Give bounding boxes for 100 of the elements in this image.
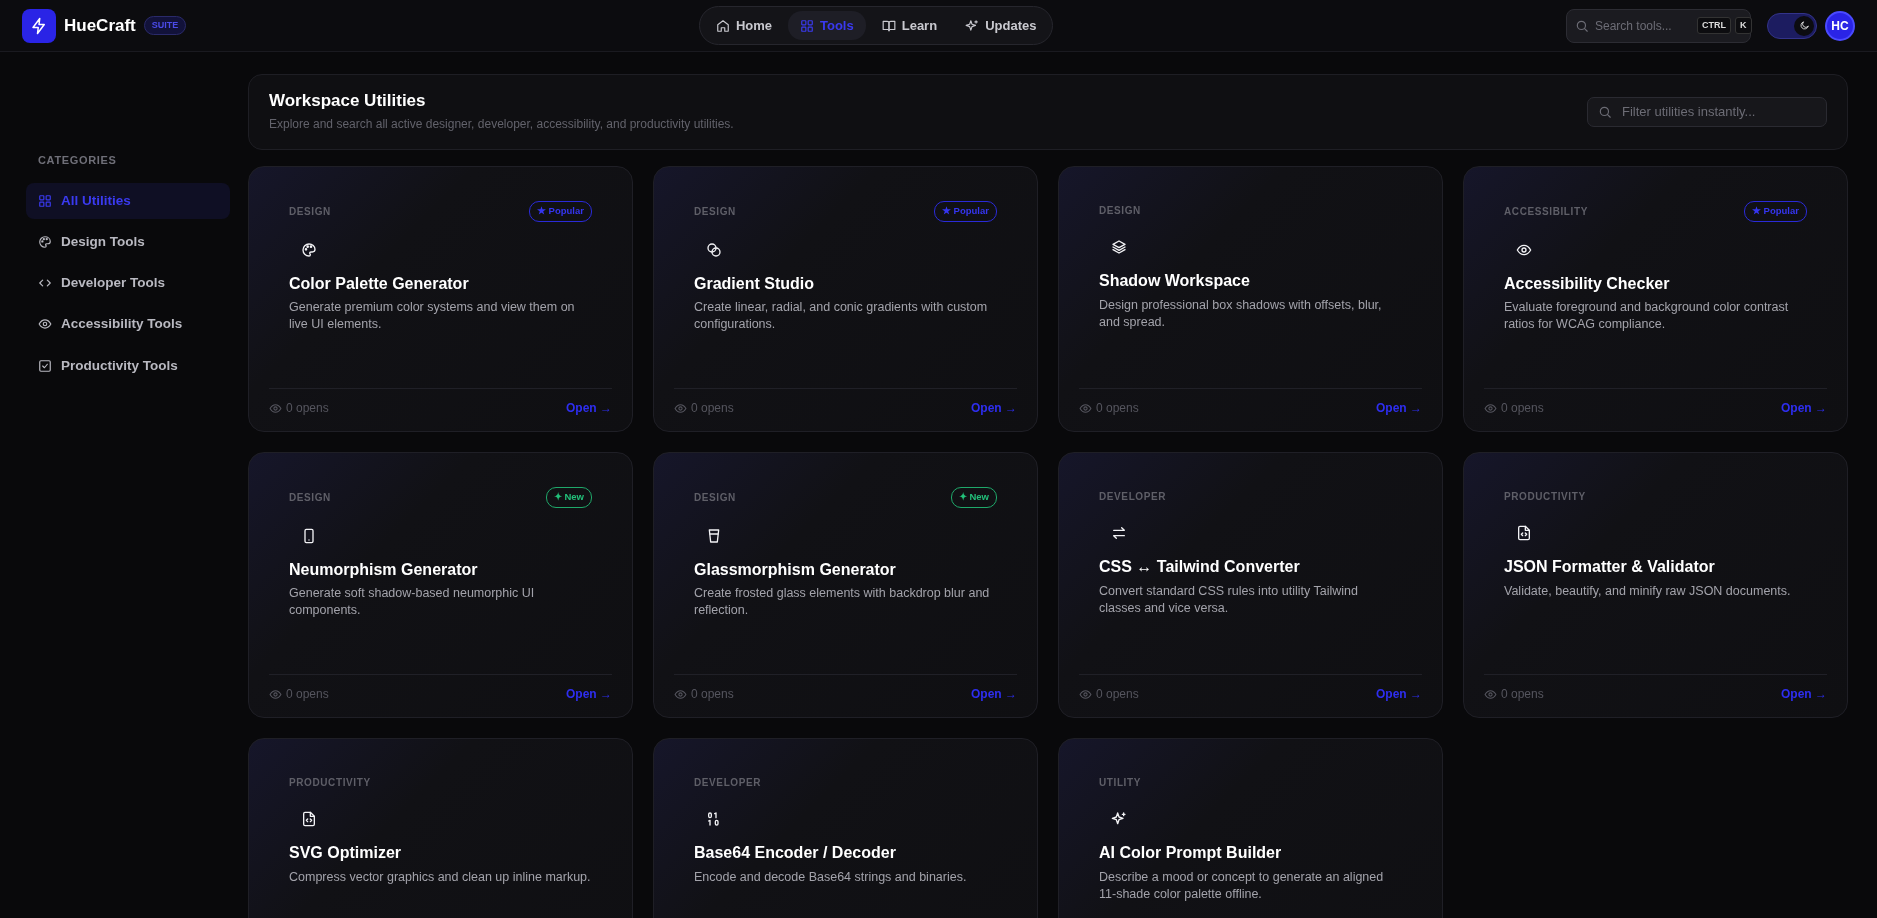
card-title: Color Palette Generator [289,273,470,293]
tool-card[interactable]: UTILITY AI Color Prompt Builder Describe a mood or concept to generate an aligned 11-shade color palette offline. [1058,738,1443,918]
sparkles-icon [965,18,980,33]
tool-card[interactable]: PRODUCTIVITY SVG Optimizer Compress vector graphics and clean up inline markup. [248,738,633,918]
tool-card[interactable]: DEVELOPER Base64 Encoder / Decoder Encode and decode Base64 strings and binaries. [653,738,1038,918]
tool-card[interactable]: ACCESSIBILITY ★ Popular Accessibility Checker Evaluate foreground and background color contrast ratios for WCAG compliance. 0 opens Open → [1463,166,1848,433]
phone-icon [301,527,317,544]
tool-card[interactable]: DESIGN ✦ New Glassmorphism Generator Create frosted glass elements with backdrop blur and reflection. 0 opens Open → [653,452,1038,719]
open-count: 0 opens [1096,400,1139,418]
card-title: SVG Optimizer [289,843,403,863]
nav-tab[interactable]: Learn [869,10,950,41]
card-description: Convert standard CSS rules into utility Tailwind classes and vice versa. [1099,582,1359,618]
card-description: Create linear, radial, and conic gradients with custom configurations. [694,298,989,334]
card-description: Evaluate foreground and background color contrast ratios for WCAG compliance. [1504,298,1790,334]
palette-icon [301,241,317,258]
card-description: Design professional box shadows with offsets, blur, and spread. [1099,296,1383,332]
binary-icon [706,811,722,828]
open-count: 0 opens [1096,686,1139,704]
eye-icon [269,687,282,701]
eye-icon [674,687,687,701]
tool-card[interactable]: DESIGN ✦ New Neumorphism Generator Generate soft shadow-based neumorphic UI components. 0 opens Open → [248,452,633,719]
card-category: DESIGN [289,205,331,219]
moon-icon [1798,20,1810,31]
eye-icon [674,401,687,415]
code-file-icon [1516,525,1532,542]
suite-badge: SUITE [143,15,187,36]
card-title: CSS ↔ Tailwind Converter [1099,557,1301,577]
card-category: PRODUCTIVITY [289,775,371,790]
shortcut-key: CTRL [1697,16,1731,35]
bolt-icon [30,16,48,35]
swap-arrows-icon [1111,525,1127,542]
card-category: DEVELOPER [694,775,762,790]
card-category: PRODUCTIVITY [1504,489,1586,504]
card-title: Accessibility Checker [1504,273,1671,293]
card-description: Validate, beautify, and minify raw JSON documents. [1504,582,1792,600]
nav-tab[interactable]: Home [703,10,784,41]
checkbox-icon [38,358,52,373]
card-title: Neumorphism Generator [289,559,479,579]
card-title: JSON Formatter & Validator [1504,557,1716,577]
sidebar-item[interactable]: Developer Tools [26,265,230,302]
shortcut-key: K [1735,16,1752,35]
card-title: Glassmorphism Generator [694,559,897,579]
open-count: 0 opens [286,400,329,418]
eye-icon [1484,401,1497,415]
nav-tab[interactable]: Updates [953,10,1049,41]
search-icon [1598,105,1612,120]
eye-icon [1484,687,1497,701]
card-title: Shadow Workspace [1099,271,1251,291]
card-category: DESIGN [289,491,331,505]
tool-card[interactable]: PRODUCTIVITY JSON Formatter & Validator Validate, beautify, and minify raw JSON documents. 0 opens Open → [1463,452,1848,719]
card-category: UTILITY [1099,775,1141,790]
user-avatar[interactable]: HC [1825,10,1855,41]
filter-input[interactable]: Filter utilities instantly... [1620,101,1810,123]
panel-title: Workspace Utilities [269,91,427,112]
filter-field[interactable]: Filter utilities instantly... [1587,97,1827,128]
open-count: 0 opens [1501,686,1544,704]
tool-card[interactable]: DESIGN Shadow Workspace Design professional box shadows with offsets, blur, and spread. 0 opens Open → [1058,166,1443,433]
popular-badge: ★ Popular [529,201,592,222]
book-icon [881,18,896,33]
sidebar-item[interactable]: Accessibility Tools [26,306,230,343]
code-file-icon [301,811,317,828]
theme-toggle[interactable] [1767,12,1817,39]
card-description: Generate premium color systems and view them on live UI elements. [289,298,576,334]
new-badge: ✦ New [545,487,592,508]
glass-icon [706,527,722,544]
sidebar-item[interactable]: Design Tools [26,223,230,260]
home-icon [715,18,730,33]
panel-subtitle: Explore and search all active designer, developer, accessibility, and productivity utilities. [269,116,734,134]
card-description: Generate soft shadow-based neumorphic UI components. [289,584,536,620]
tool-card[interactable]: DEVELOPER CSS ↔ Tailwind Converter Convert standard CSS rules into utility Tailwind classes and vice versa. 0 opens Open → [1058,452,1443,719]
card-description: Describe a mood or concept to generate an aligned 11-shade color palette offline. [1099,868,1385,904]
open-count: 0 opens [691,686,734,704]
card-title: Base64 Encoder / Decoder [694,843,897,863]
tool-card[interactable]: DESIGN ★ Popular Color Palette Generator Generate premium color systems and view them on live UI elements. 0 opens Open → [248,166,633,433]
open-count: 0 opens [286,686,329,704]
grid-icon [38,193,52,208]
search-field[interactable]: Search tools... CTRL K [1566,8,1751,43]
card-title: Gradient Studio [694,273,815,293]
card-category: DESIGN [1099,203,1141,218]
card-description: Encode and decode Base64 strings and binaries. [694,868,968,886]
card-category: DESIGN [694,491,736,505]
search-input[interactable]: Search tools... [1595,16,1691,35]
card-description: Create frosted glass elements with backdrop blur and reflection. [694,584,991,620]
brand-name: HueCraft [64,14,136,37]
tool-card[interactable]: DESIGN ★ Popular Gradient Studio Create linear, radial, and conic gradients with custom configurations. 0 opens Open → [653,166,1038,433]
card-category: ACCESSIBILITY [1504,205,1588,219]
layers-icon [1111,239,1127,256]
eye-icon [1079,401,1092,415]
card-category: DEVELOPER [1099,489,1167,504]
open-count: 0 opens [691,400,734,418]
card-category: DESIGN [694,205,736,219]
grid-icon [800,18,814,33]
overlapping-circles-icon [706,241,722,258]
search-icon [1575,18,1589,33]
new-badge: ✦ New [950,487,997,508]
sidebar-item[interactable]: Productivity Tools [26,347,230,384]
palette-icon [38,234,52,249]
eye-icon [38,317,52,332]
sidebar-heading: CATEGORIES [38,153,118,168]
open-count: 0 opens [1501,400,1544,418]
